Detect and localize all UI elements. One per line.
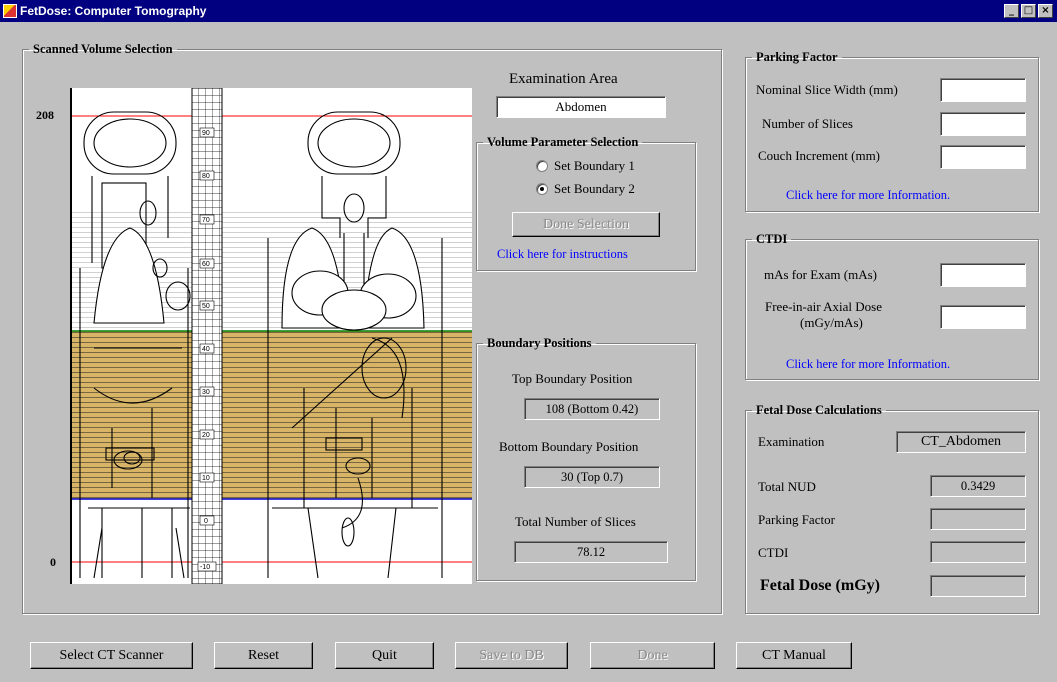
reset-button[interactable]: Reset: [214, 642, 313, 669]
app-icon: [3, 4, 17, 18]
y-axis-bottom-label: 0: [50, 555, 56, 569]
exam-area-field[interactable]: Abdomen: [496, 96, 666, 118]
ruler-label-60: 60: [202, 261, 210, 268]
quit-button[interactable]: Quit: [335, 642, 434, 669]
parking-info-link[interactable]: Click here for more Information.: [786, 188, 950, 203]
top-boundary-value: 108 (Bottom 0.42): [524, 398, 660, 420]
parking-factor-title: Parking Factor: [756, 50, 838, 64]
slice-width-label: Nominal Slice Width (mm): [756, 82, 898, 97]
couch-increment-label: Couch Increment (mm): [758, 148, 881, 163]
title-bar: FetDose: Computer Tomography _ □ ×: [0, 0, 1057, 22]
number-of-slices-input[interactable]: [940, 112, 1026, 136]
examination-label: Examination: [758, 434, 825, 449]
ruler-tick-70: 70: [199, 214, 215, 225]
boundary-1-radio[interactable]: Set Boundary 1: [536, 158, 635, 174]
ruler-label-20: 20: [202, 432, 210, 439]
boundary-2-radio-dot[interactable]: [536, 183, 548, 195]
ruler-label-50: 50: [202, 303, 210, 310]
ctdi-result-label: CTDI: [758, 545, 789, 560]
maximize-icon[interactable]: □: [1021, 4, 1036, 18]
ruler-tick-50: 50: [199, 300, 215, 311]
ctdi-info-link[interactable]: Click here for more Information.: [786, 357, 950, 372]
ruler-label-90: 90: [202, 130, 210, 137]
boundary-1-radio-dot[interactable]: [536, 160, 548, 172]
minimize-icon[interactable]: _: [1004, 4, 1019, 18]
total-slices-label: Total Number of Slices: [515, 514, 636, 529]
ruler-label-minus10: -10: [200, 564, 210, 571]
axial-dose-label: Free-in-air Axial Dose: [765, 299, 882, 314]
ruler-tick-minus10: -10: [197, 561, 217, 572]
total-slices-value: 78.12: [514, 541, 668, 563]
save-to-db-button[interactable]: Save to DB: [455, 642, 568, 669]
number-of-slices-label: Number of Slices: [762, 116, 853, 131]
mas-input[interactable]: [940, 263, 1026, 287]
ruler-tick-40: 40: [199, 343, 215, 354]
ctdi-title: CTDI: [756, 232, 788, 246]
axial-dose-input[interactable]: [940, 305, 1026, 329]
slice-width-input[interactable]: [940, 78, 1026, 102]
total-nud-value: 0.3429: [930, 475, 1026, 497]
ruler-label-40: 40: [202, 346, 210, 353]
window-title: FetDose: Computer Tomography: [20, 4, 207, 18]
boundary-positions-title: Boundary Positions: [487, 336, 592, 350]
volume-parameter-title: Volume Parameter Selection: [487, 135, 639, 149]
y-axis-top-label: 208: [36, 108, 54, 122]
depth-ruler: [192, 88, 222, 584]
fetal-dose-label: Fetal Dose (mGy): [760, 577, 880, 594]
bottom-boundary-label: Bottom Boundary Position: [499, 439, 639, 454]
ruler-tick-80: 80: [199, 170, 215, 181]
exam-area-label: Examination Area: [509, 71, 618, 87]
ctdi-result-value: [930, 541, 1026, 563]
couch-increment-input[interactable]: [940, 145, 1026, 169]
instructions-link[interactable]: Click here for instructions: [497, 247, 628, 262]
phantom-diagram[interactable]: 90 80 70 60 50 40 30 20 10 0 -10: [72, 88, 472, 584]
examination-value: CT_Abdomen: [896, 431, 1026, 453]
done-button[interactable]: Done: [590, 642, 715, 669]
boundary-1-label: Set Boundary 1: [554, 158, 635, 173]
parking-factor-result-label: Parking Factor: [758, 512, 835, 527]
ruler-label-30: 30: [202, 389, 210, 396]
done-selection-button[interactable]: Done Selection: [512, 212, 660, 237]
scan-volume-canvas[interactable]: 90 80 70 60 50 40 30 20 10 0 -10: [70, 88, 472, 584]
fetal-dose-title: Fetal Dose Calculations: [756, 403, 882, 417]
ruler-tick-90: 90: [199, 127, 215, 138]
ruler-label-0: 0: [204, 518, 208, 525]
scanned-volume-title: Scanned Volume Selection: [33, 42, 173, 56]
top-boundary-label: Top Boundary Position: [512, 371, 633, 386]
ruler-tick-0: 0: [199, 515, 215, 526]
ruler-tick-10: 10: [199, 472, 215, 483]
select-ct-scanner-button[interactable]: Select CT Scanner: [30, 642, 193, 669]
boundary-2-radio[interactable]: Set Boundary 2: [536, 181, 635, 197]
ruler-label-80: 80: [202, 173, 210, 180]
ruler-tick-20: 20: [199, 429, 215, 440]
fetal-dose-value: [930, 575, 1026, 597]
ruler-tick-30: 30: [199, 386, 215, 397]
boundary-2-label: Set Boundary 2: [554, 181, 635, 196]
bottom-boundary-value: 30 (Top 0.7): [524, 466, 660, 488]
mas-label: mAs for Exam (mAs): [764, 267, 878, 282]
total-nud-label: Total NUD: [758, 479, 816, 494]
ruler-label-10: 10: [202, 475, 210, 482]
ruler-tick-60: 60: [199, 258, 215, 269]
close-icon[interactable]: ×: [1038, 4, 1053, 18]
parking-factor-result-value: [930, 508, 1026, 530]
axial-dose-unit-label: (mGy/mAs): [800, 315, 863, 330]
ruler-label-70: 70: [202, 217, 210, 224]
ct-manual-button[interactable]: CT Manual: [736, 642, 852, 669]
